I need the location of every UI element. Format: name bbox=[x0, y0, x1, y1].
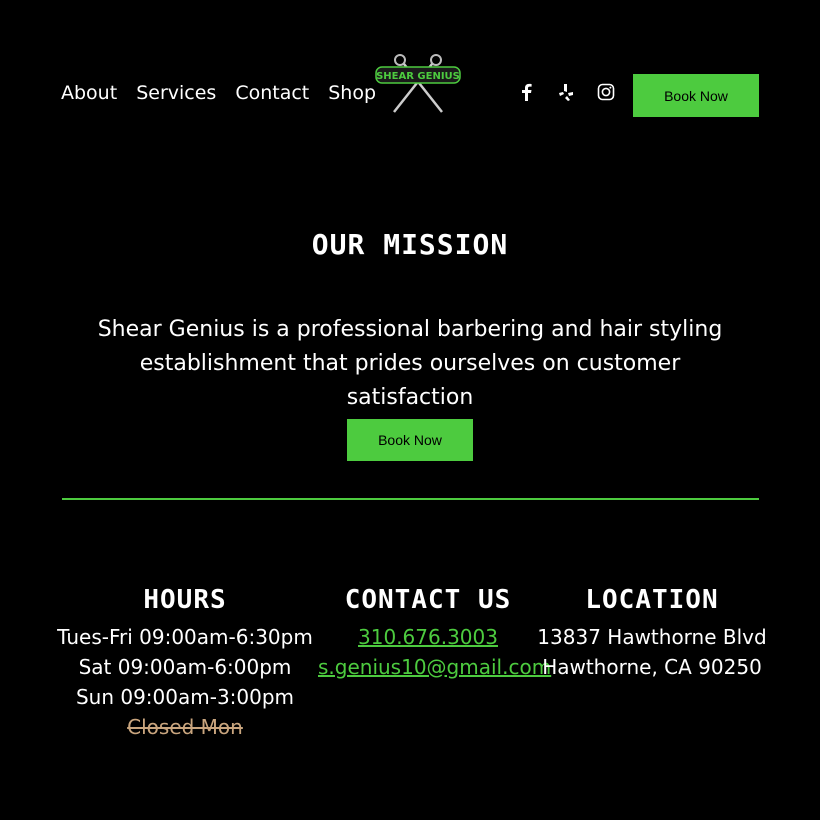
hours-title: HOURS bbox=[143, 585, 227, 615]
instagram-icon[interactable] bbox=[596, 82, 616, 102]
hours-line: Sat 09:00am-6:00pm bbox=[78, 655, 292, 679]
contact-section: CONTACT US 310.676.3003 s.genius10@gmail… bbox=[318, 584, 551, 682]
nav-about[interactable]: About bbox=[61, 82, 117, 104]
hours-line: Sun 09:00am-3:00pm bbox=[75, 685, 295, 709]
nav-contact[interactable]: Contact bbox=[235, 82, 309, 104]
mission-title: OUR MISSION bbox=[311, 228, 509, 261]
hours-line: Tues-Fri 09:00am-6:30pm bbox=[57, 625, 313, 649]
hours-section: HOURS Tues-Fri 09:00am-6:30pm Sat 09:00a… bbox=[40, 584, 330, 742]
phone-link[interactable]: 310.676.3003 bbox=[358, 625, 498, 649]
email-link[interactable]: s.genius10@gmail.com bbox=[318, 655, 551, 679]
logo-text: SHEAR GENIUS bbox=[376, 71, 460, 82]
section-divider bbox=[62, 498, 759, 500]
logo[interactable]: SHEAR GENIUS bbox=[372, 50, 464, 118]
closed-day: Closed Mon bbox=[127, 715, 243, 739]
location-title: LOCATION bbox=[585, 585, 719, 615]
nav-shop[interactable]: Shop bbox=[328, 82, 376, 104]
location-section: LOCATION 13837 Hawthorne Blvd Hawthorne,… bbox=[536, 584, 768, 682]
social-links bbox=[516, 82, 616, 102]
address-line: Hawthorne, CA 90250 bbox=[542, 655, 762, 679]
mission-text: Shear Genius is a professional barbering… bbox=[97, 317, 723, 410]
facebook-icon[interactable] bbox=[516, 82, 536, 102]
mission-book-now-button[interactable]: Book Now bbox=[347, 419, 473, 461]
address-line: 13837 Hawthorne Blvd bbox=[537, 625, 767, 649]
scissors-icon: SHEAR GENIUS bbox=[375, 54, 461, 113]
main-nav: About Services Contact Shop bbox=[61, 82, 395, 104]
nav-services[interactable]: Services bbox=[136, 82, 216, 104]
header-book-now-button[interactable]: Book Now bbox=[633, 74, 759, 117]
yelp-icon[interactable] bbox=[556, 82, 576, 102]
contact-title: CONTACT US bbox=[344, 585, 512, 615]
